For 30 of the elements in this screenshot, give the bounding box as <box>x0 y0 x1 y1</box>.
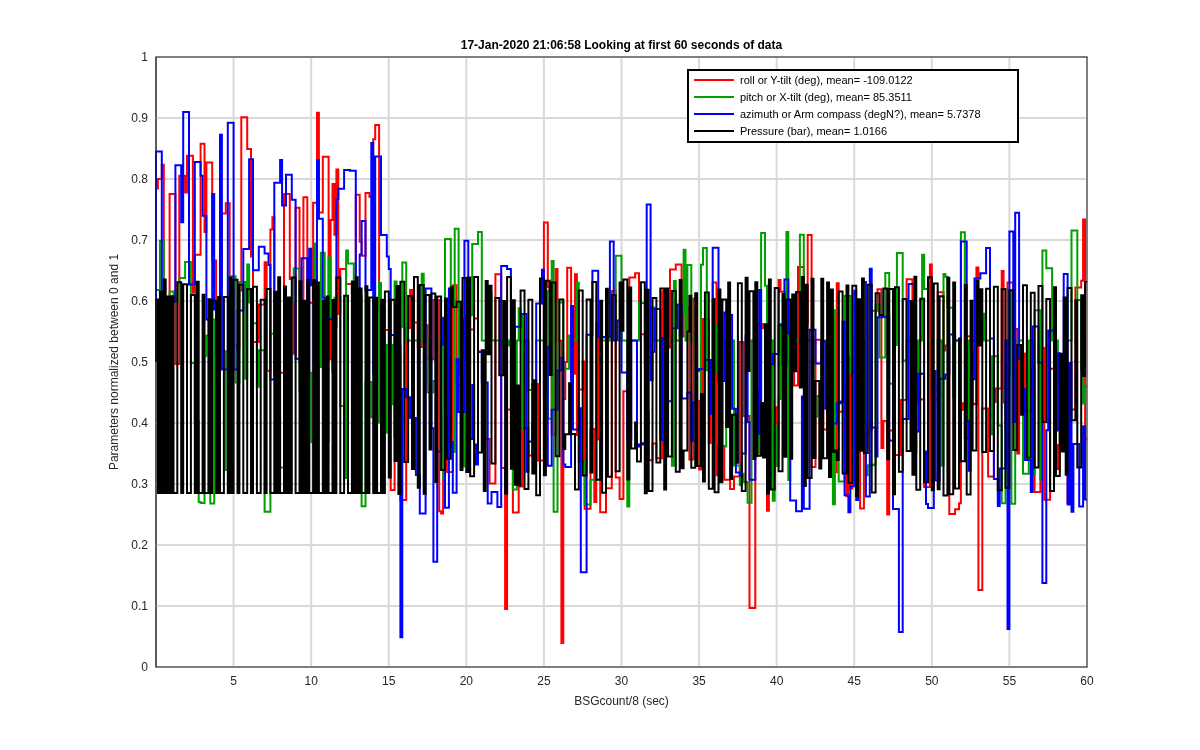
axis-tick-label: 0.2 <box>131 538 148 552</box>
legend-label: pitch or X-tilt (deg), mean= 85.3511 <box>740 91 912 103</box>
axis-tick-label: 0.5 <box>131 355 148 369</box>
axis-tick-label: 40 <box>770 674 784 688</box>
legend-label: Pressure (bar), mean= 1.0166 <box>740 125 888 137</box>
axis-tick-label: 55 <box>1002 674 1017 688</box>
axis-tick-label: 5 <box>230 674 237 688</box>
legend-label: azimuth or Arm compass (degN?), mean= 5.7378 <box>740 108 981 120</box>
axis-tick-label: 15 <box>382 674 396 688</box>
axis-tick-label: 0.3 <box>131 477 148 491</box>
axis-tick-label: 0 <box>141 660 148 674</box>
axis-tick-label: 0.1 <box>131 599 148 613</box>
axis-tick-label: 0.7 <box>131 233 148 247</box>
axis-tick-label: 25 <box>537 674 551 688</box>
axis-tick-label: 50 <box>925 674 939 688</box>
y-axis-label: Parameters normalized between 0 and 1 <box>107 253 121 471</box>
axis-tick-label: 35 <box>692 674 706 688</box>
axis-tick-label: 10 <box>304 674 318 688</box>
chart-title: 17-Jan-2020 21:06:58 Looking at first 60 seconds of data <box>460 38 783 52</box>
axis-tick-label: 60 <box>1080 674 1094 688</box>
axis-tick-label: 0.6 <box>131 294 148 308</box>
axis-tick-label: 0.9 <box>131 111 148 125</box>
axis-tick-label: 20 <box>459 674 473 688</box>
axis-tick-label: 1 <box>141 50 148 64</box>
axis-tick-label: 30 <box>614 674 629 688</box>
axis-tick-label: 0.4 <box>131 416 148 430</box>
legend-label: roll or Y-tilt (deg), mean= -109.0122 <box>740 74 913 86</box>
x-axis-label: BSGcount/8 (sec) <box>574 694 669 708</box>
axis-tick-label: 0.8 <box>131 172 148 186</box>
axis-tick-label: 45 <box>847 674 861 688</box>
